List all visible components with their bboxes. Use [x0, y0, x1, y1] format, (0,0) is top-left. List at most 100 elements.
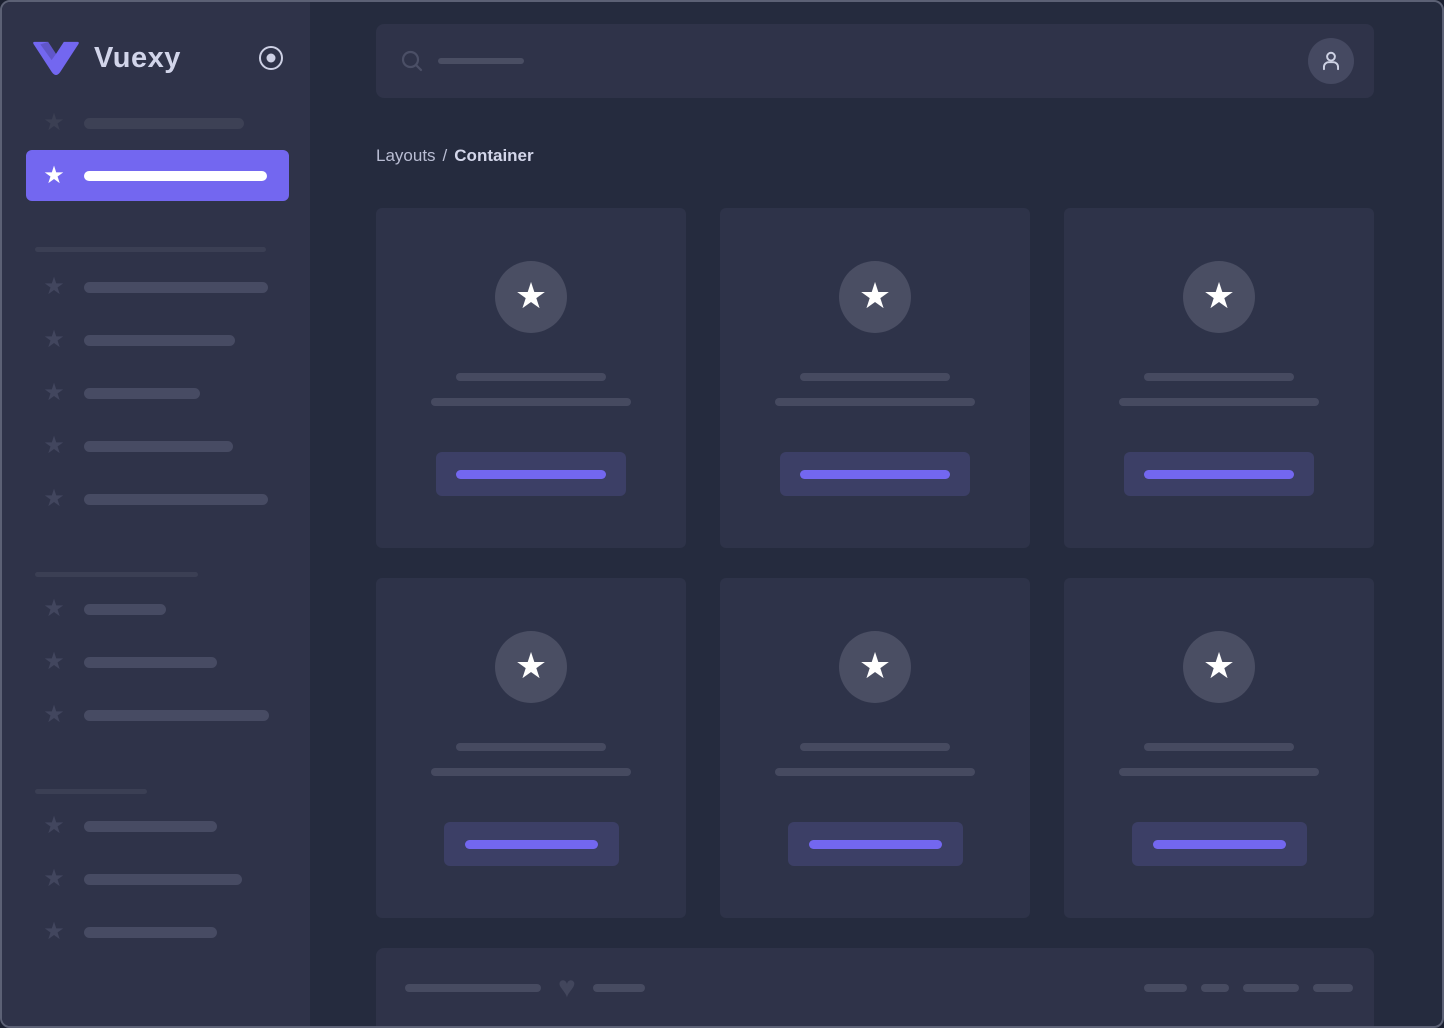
placeholder-line: [431, 398, 631, 406]
sidebar-nav: ★ ★ ★ ★ ★ ★ ★ ★ ★ ★ ★ ★ ★: [2, 102, 310, 953]
card: ★: [376, 578, 686, 918]
search-bar[interactable]: [376, 24, 1374, 98]
placeholder-line: [1144, 743, 1294, 751]
placeholder-line: [775, 398, 975, 406]
star-icon-circle: ★: [1183, 631, 1255, 703]
sidebar-item[interactable]: ★: [2, 478, 310, 520]
section-header-placeholder: [35, 247, 266, 252]
placeholder-bar: [84, 603, 166, 615]
sidebar-item[interactable]: ★: [26, 150, 289, 201]
card-button[interactable]: [443, 822, 619, 866]
footer-link-placeholder: [1243, 984, 1299, 992]
section-header-placeholder: [35, 572, 198, 577]
star-icon: ★: [1202, 274, 1236, 316]
placeholder-line: [800, 743, 950, 751]
star-icon: ★: [43, 918, 65, 945]
card: ★: [1064, 578, 1374, 918]
heart-icon: ♥: [558, 971, 576, 1004]
placeholder-bar: [84, 117, 244, 129]
star-icon: ★: [43, 648, 65, 675]
card-button[interactable]: [787, 822, 963, 866]
breadcrumb-section[interactable]: Layouts: [376, 146, 436, 165]
sidebar-item[interactable]: ★: [2, 805, 310, 847]
footer-link-placeholder: [1144, 984, 1187, 992]
star-icon-circle: ★: [495, 261, 567, 333]
footer-placeholder-bar: [592, 984, 645, 992]
placeholder-line: [1144, 373, 1294, 381]
star-icon: ★: [43, 865, 65, 892]
breadcrumb-separator: /: [442, 146, 448, 165]
menu-pin-toggle[interactable]: [258, 45, 284, 71]
card: ★: [720, 208, 1030, 548]
footer-placeholder-bar: [405, 984, 541, 992]
star-icon: ★: [514, 274, 548, 316]
sidebar-item[interactable]: ★: [2, 319, 310, 361]
user-avatar[interactable]: [1308, 38, 1354, 84]
star-icon: ★: [43, 485, 65, 512]
button-label-placeholder: [1144, 469, 1294, 479]
placeholder-line: [456, 743, 606, 751]
star-icon-circle: ★: [1183, 261, 1255, 333]
sidebar-item[interactable]: ★: [2, 266, 310, 308]
placeholder-line: [775, 768, 975, 776]
sidebar-item[interactable]: ★: [2, 425, 310, 467]
search-icon: [401, 50, 423, 72]
placeholder-bar: [84, 873, 242, 885]
button-label-placeholder: [456, 469, 606, 479]
sidebar-item[interactable]: ★: [2, 588, 310, 630]
star-icon: ★: [43, 379, 65, 406]
star-icon: ★: [43, 161, 65, 189]
placeholder-bar: [84, 334, 235, 346]
placeholder-bar: [84, 926, 217, 938]
vuexy-logo-icon: [33, 41, 79, 75]
section-header-placeholder: [35, 789, 147, 794]
user-icon: [1322, 51, 1340, 71]
brand-header: Vuexy: [2, 2, 310, 80]
star-icon: ★: [43, 432, 65, 459]
sidebar-item[interactable]: ★: [2, 694, 310, 736]
sidebar: Vuexy ★ ★ ★ ★ ★ ★ ★ ★ ★ ★ ★ ★ ★: [2, 2, 310, 1026]
card-grid: ★ ★ ★ ★ ★ ★: [376, 208, 1374, 918]
main-area: Layouts / Container ★ ★ ★ ★ ★ ★ ♥: [310, 2, 1442, 1026]
star-icon: ★: [43, 701, 65, 728]
placeholder-bar: [84, 493, 268, 505]
star-icon: ★: [43, 326, 65, 353]
card: ★: [376, 208, 686, 548]
placeholder-bar: [84, 281, 268, 293]
button-label-placeholder: [808, 839, 942, 849]
placeholder-bar: [84, 820, 217, 832]
card-button[interactable]: [1131, 822, 1307, 866]
card: ★: [720, 578, 1030, 918]
card-button[interactable]: [1124, 452, 1314, 496]
star-icon-circle: ★: [839, 261, 911, 333]
placeholder-bar: [84, 170, 267, 181]
placeholder-line: [431, 768, 631, 776]
star-icon: ★: [858, 644, 892, 686]
card-button[interactable]: [780, 452, 970, 496]
app-window: Vuexy ★ ★ ★ ★ ★ ★ ★ ★ ★ ★ ★ ★ ★ Layouts …: [0, 0, 1444, 1028]
button-label-placeholder: [464, 839, 598, 849]
footer-link-placeholder: [1313, 984, 1353, 992]
placeholder-line: [800, 373, 950, 381]
sidebar-item[interactable]: ★: [2, 858, 310, 900]
placeholder-bar: [84, 440, 233, 452]
placeholder-line: [1119, 398, 1319, 406]
star-icon: ★: [43, 109, 65, 136]
placeholder-line: [456, 373, 606, 381]
star-icon: ★: [858, 274, 892, 316]
breadcrumb-current: Container: [454, 146, 534, 165]
placeholder-line: [1119, 768, 1319, 776]
star-icon: ★: [43, 812, 65, 839]
sidebar-item[interactable]: ★: [2, 102, 310, 144]
star-icon-circle: ★: [495, 631, 567, 703]
sidebar-item[interactable]: ★: [2, 911, 310, 953]
placeholder-bar: [84, 387, 200, 399]
sidebar-item[interactable]: ★: [2, 641, 310, 683]
button-label-placeholder: [1152, 839, 1286, 849]
card: ★: [1064, 208, 1374, 548]
card-button[interactable]: [436, 452, 626, 496]
placeholder-bar: [84, 709, 269, 721]
sidebar-item[interactable]: ★: [2, 372, 310, 414]
brand-title: Vuexy: [94, 41, 181, 74]
star-icon: ★: [514, 644, 548, 686]
